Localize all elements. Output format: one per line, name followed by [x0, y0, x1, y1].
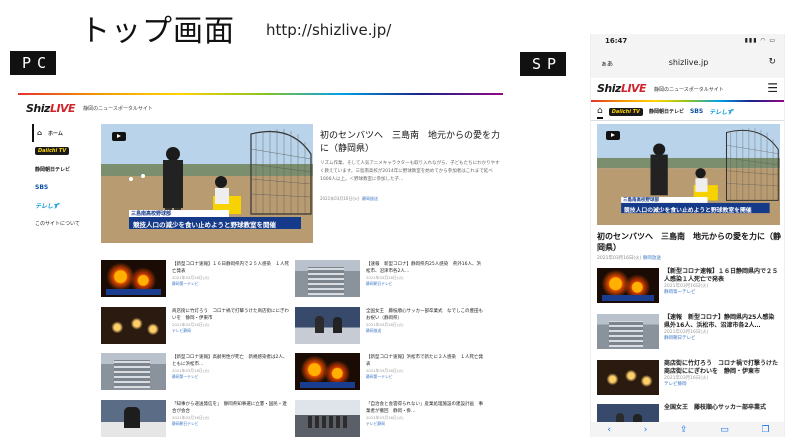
- list-item[interactable]: 【速報 新型コロナ】静岡県内25人感染 県外16人、浜松市、沼津市各2人… 202…: [295, 260, 485, 300]
- tabs-icon[interactable]: ❐: [762, 425, 770, 435]
- bookmarks-icon[interactable]: ▭: [720, 425, 729, 435]
- site-tagline: 静岡のニュースポータルサイト: [654, 87, 724, 93]
- site-logo[interactable]: ShizLIVE: [26, 102, 76, 115]
- list-item[interactable]: 【新型コロナ速報】１６日静岡県内で２５人感染 １人死亡発表 2021年03月16日…: [101, 260, 291, 300]
- home-icon: ⌂: [597, 105, 603, 116]
- status-bar: 16:47 ▮▮▮ ◠ ▭: [591, 34, 784, 50]
- hero-caption-main: 競技人口の減少を食い止めようと野球教室を開催: [624, 208, 752, 214]
- rainbow-divider: [18, 93, 503, 95]
- list-item[interactable]: 【新型コロナ速報】１６日静岡県内で２５人感染１人死亡で発表 2021年03月16日…: [597, 268, 782, 306]
- hero-title[interactable]: 初のセンバツへ 三島南 地元からの愛を力に（静岡県）: [320, 130, 500, 156]
- forward-icon[interactable]: ›: [644, 425, 648, 435]
- sp-screenshot: 16:47 ▮▮▮ ◠ ▭ ぁあ shizlive.jp ↻ ShizLIVE …: [590, 34, 785, 437]
- sidebar-item-about[interactable]: このサイトについて: [32, 214, 92, 232]
- tab-daiichi[interactable]: Daiichi TV: [608, 105, 643, 119]
- tab-home[interactable]: ⌂: [597, 105, 603, 119]
- address-bar[interactable]: ぁあ shizlive.jp ↻: [591, 50, 784, 78]
- hamburger-menu-icon[interactable]: ☰: [767, 81, 778, 95]
- news-thumbnail: [101, 260, 166, 297]
- back-icon[interactable]: ‹: [607, 425, 611, 435]
- hero-summary: リズム作業、そして人気アニメキャラクターも取り入れながら、子どもたちにわかりやす…: [320, 161, 500, 182]
- site-url: http://shizlive.jp/: [266, 21, 392, 39]
- sp-label: SP: [520, 52, 566, 76]
- news-thumbnail: [101, 353, 166, 390]
- news-thumbnail: [295, 307, 360, 344]
- pc-label: PC: [10, 51, 56, 75]
- sidebar-item-sut[interactable]: テレしず: [32, 196, 92, 214]
- sidebar: ⌂ ホーム Daiichi TV 静岡朝日テレビ SBS テレしず このサイトに…: [32, 124, 92, 232]
- site-tagline: 静岡のニュースポータルサイト: [83, 105, 153, 112]
- news-thumbnail: [101, 400, 166, 437]
- news-thumbnail: [597, 268, 659, 303]
- daiichi-logo: Daiichi TV: [35, 147, 70, 155]
- tab-sut[interactable]: テレしず: [709, 105, 733, 119]
- tab-sateve[interactable]: 静岡朝日テレビ: [649, 105, 684, 119]
- news-thumbnail: [597, 360, 659, 395]
- hero-meta: 2021年03月16日(火) 静岡放送: [320, 196, 379, 201]
- home-icon: ⌂: [37, 129, 43, 137]
- hero-caption-top: 三島南高校野球部: [623, 198, 659, 203]
- news-thumbnail: [295, 353, 360, 390]
- list-item[interactable]: 全国女王 藤枝順心サッカー部卒業式 なでしこの豊田もお祝い（静岡県） 2021年0…: [295, 307, 485, 347]
- list-item[interactable]: 「知事から递送発信を」 静岡県知事選に立憲・国民・連合が会合 2021年03月16…: [101, 400, 291, 437]
- play-icon: [606, 131, 621, 141]
- news-thumbnail: [295, 260, 360, 297]
- sidebar-item-sateve[interactable]: 静岡朝日テレビ: [32, 160, 92, 178]
- reload-icon[interactable]: ↻: [768, 57, 776, 67]
- play-icon: [111, 132, 126, 142]
- hero-title[interactable]: 初のセンバツへ 三島南 地元からの愛を力に（静岡県）: [597, 231, 782, 253]
- browser-toolbar: ‹ › ⇪ ▭ ❐: [591, 422, 784, 437]
- status-time: 16:47: [605, 37, 628, 45]
- list-item[interactable]: 【新型コロナ速報】高齢男性が死亡 新規感染者は2人、ともに浜松市… 2021年03…: [101, 353, 291, 393]
- address-url[interactable]: shizlive.jp: [591, 58, 784, 67]
- list-item[interactable]: 商店街に竹灯ろう コロナ禍で打撃うけた商店街ににぎわいを 静岡・伊東市 2021年…: [101, 307, 291, 347]
- hero-meta: 2021年03月16日(火) 静岡放送: [597, 256, 661, 261]
- list-item[interactable]: 【速報 新型コロナ】静岡県内25人感染 県外16人、浜松市、沼津市各2人… 202…: [597, 314, 782, 352]
- slide-title: トップ画面: [80, 14, 235, 49]
- tab-sbs[interactable]: SBS: [690, 105, 703, 119]
- sp-header: ShizLIVE 静岡のニュースポータルサイト ☰: [591, 78, 784, 100]
- sidebar-item-daiichi[interactable]: Daiichi TV: [32, 142, 92, 160]
- news-thumbnail: [597, 314, 659, 349]
- news-thumbnail: [101, 307, 166, 344]
- share-icon[interactable]: ⇪: [680, 425, 688, 435]
- sut-logo: テレしず: [35, 202, 59, 210]
- list-item[interactable]: 商店街に竹灯ろう コロナ禍で打撃うけた商店街ににぎわいを 静岡・伊東市 2021年…: [597, 360, 782, 398]
- status-icons: ▮▮▮ ◠ ▭: [744, 37, 776, 44]
- sbs-logo: SBS: [35, 183, 49, 191]
- list-item[interactable]: 【新型コロナ速報】浜松市で新たに２人感染 １人死亡発表 2021年03月16日(火…: [295, 353, 485, 393]
- hero-caption-top: 三島南高校野球部: [131, 211, 172, 217]
- pc-screenshot: ShizLIVE 静岡のニュースポータルサイト ⌂ ホーム Daiichi TV…: [18, 90, 503, 437]
- site-logo[interactable]: ShizLIVE: [597, 82, 647, 95]
- sidebar-item-home[interactable]: ⌂ ホーム: [32, 124, 92, 142]
- hero-video-thumbnail[interactable]: 三島南高校野球部 競技人口の減少を食い止めようと野球教室を開催: [101, 124, 313, 243]
- hero-video-thumbnail[interactable]: 三島南高校野球部 競技人口の減少を食い止めようと野球教室を開催: [597, 124, 780, 225]
- list-item[interactable]: 「自治会と会雲得られない」産業処理施設の建設計画 事業者が撤回 静岡・掛… 202…: [295, 400, 485, 437]
- news-thumbnail: [295, 400, 360, 437]
- sp-tab-bar: ⌂ Daiichi TV 静岡朝日テレビ SBS テレしず: [591, 103, 784, 121]
- sidebar-item-sbs[interactable]: SBS: [32, 178, 92, 196]
- hero-caption-main: 競技人口の減少を食い止めようと野球教室を開催: [133, 221, 276, 229]
- pc-header: ShizLIVE 静岡のニュースポータルサイト: [18, 96, 503, 120]
- rainbow-divider: [591, 100, 784, 102]
